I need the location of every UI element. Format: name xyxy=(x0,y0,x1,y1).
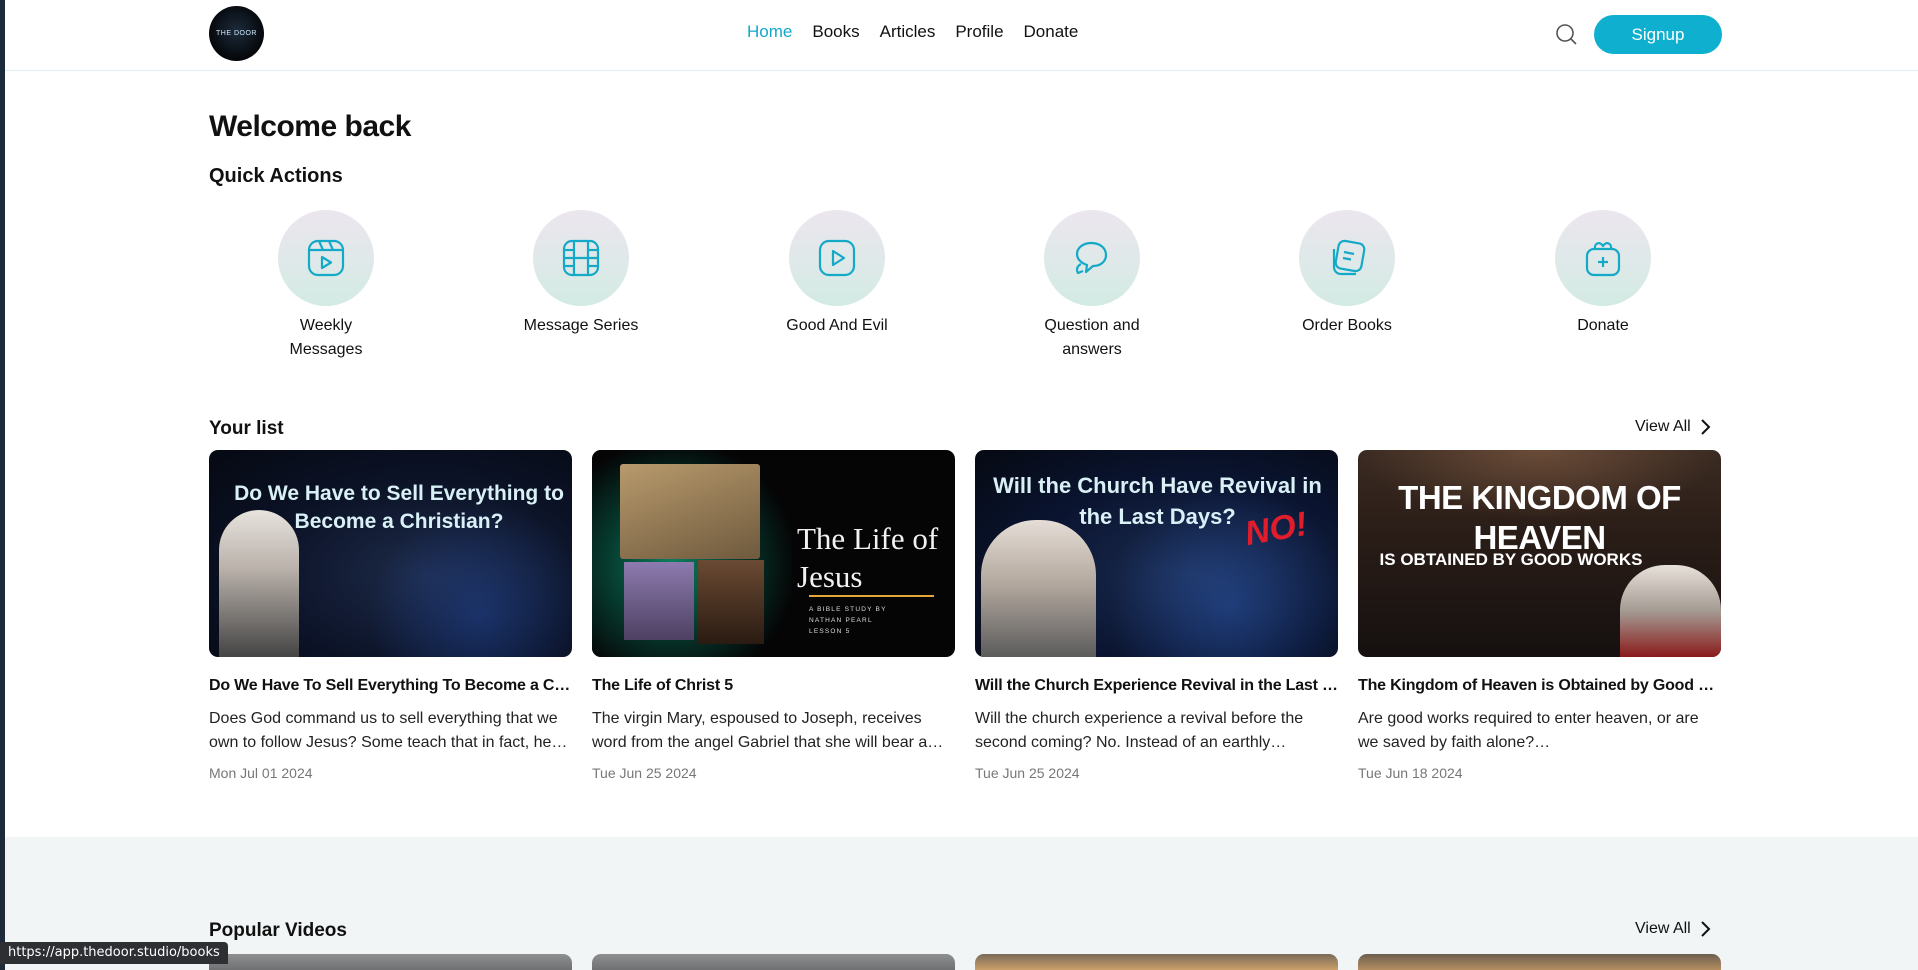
chat-bubbles-icon xyxy=(1075,241,1108,275)
card-date: Tue Jun 18 2024 xyxy=(1358,765,1463,781)
card-date: Mon Jul 01 2024 xyxy=(209,765,313,781)
popular-video-thumbnail[interactable] xyxy=(975,954,1338,970)
chevron-right-icon xyxy=(1701,419,1711,435)
your-list-heading: Your list xyxy=(209,418,284,439)
thumbnail-speaker xyxy=(1620,565,1721,657)
quick-action-circle xyxy=(533,210,629,306)
quick-action-question-and-answers[interactable]: Question and answers xyxy=(1022,210,1162,362)
quick-action-label: Message Series xyxy=(523,317,639,334)
popular-video-thumbnail[interactable] xyxy=(209,954,572,970)
thumbnail-caption: The Life of Jesus xyxy=(797,521,939,594)
window-left-edge xyxy=(0,0,5,970)
main-nav: Home Books Articles Profile Donate xyxy=(747,22,1078,42)
quick-action-message-series[interactable]: Message Series xyxy=(511,210,651,338)
thumbnail-subcaption: A BIBLE STUDY BY NATHAN PEARL LESSON 5 xyxy=(809,606,887,635)
popular-videos-heading: Popular Videos xyxy=(209,920,347,941)
thumbnail-painting-top xyxy=(620,464,760,559)
status-bar-url: https://app.thedoor.studio/books xyxy=(0,942,228,964)
video-thumbnail[interactable]: Will the Church Have Revival in the Last… xyxy=(975,450,1338,657)
list-item[interactable]: Will the Church Have Revival in the Last… xyxy=(975,450,1338,781)
quick-action-good-and-evil[interactable]: Good And Evil xyxy=(767,210,907,338)
popular-videos-view-all[interactable]: View All xyxy=(1635,920,1711,938)
quick-actions-row: Weekly Messages Message Series Good And … xyxy=(209,210,1721,360)
quick-action-label: Order Books xyxy=(1302,317,1392,334)
nav-home[interactable]: Home xyxy=(747,22,792,42)
quick-action-label: Weekly Messages xyxy=(289,317,363,358)
video-thumbnail[interactable]: THE KINGDOM OF HEAVEN IS OBTAINED BY GOO… xyxy=(1358,450,1721,657)
quick-actions-heading: Quick Actions xyxy=(209,165,343,187)
nav-donate[interactable]: Donate xyxy=(1024,22,1079,42)
view-all-label: View All xyxy=(1635,920,1691,937)
site-logo[interactable]: THE DOOR xyxy=(209,6,264,61)
card-date: Tue Jun 25 2024 xyxy=(592,765,697,781)
card-date: Tue Jun 25 2024 xyxy=(975,765,1080,781)
gift-bag-icon xyxy=(1585,242,1621,277)
signup-button[interactable]: Signup xyxy=(1594,15,1722,54)
list-item[interactable]: THE KINGDOM OF HEAVEN IS OBTAINED BY GOO… xyxy=(1358,450,1721,781)
quick-action-label: Good And Evil xyxy=(786,317,888,334)
video-thumbnail[interactable]: Do We Have to Sell Everything to Become … xyxy=(209,450,572,657)
nav-books[interactable]: Books xyxy=(812,22,859,42)
book-stack-icon xyxy=(1332,239,1366,276)
your-list-view-all[interactable]: View All xyxy=(1635,418,1711,436)
card-title[interactable]: Do We Have To Sell Everything To Become … xyxy=(209,677,572,695)
chevron-right-icon xyxy=(1701,921,1711,937)
quick-action-label: Question and answers xyxy=(1044,317,1140,358)
quick-action-circle xyxy=(278,210,374,306)
quick-action-circle xyxy=(1299,210,1395,306)
list-item[interactable]: Do We Have to Sell Everything to Become … xyxy=(209,450,572,781)
popular-video-thumbnail[interactable] xyxy=(1358,954,1721,970)
card-description: Will the church experience a revival bef… xyxy=(975,710,1304,751)
quick-action-circle xyxy=(1555,210,1651,306)
thumbnail-painting-left xyxy=(624,562,694,640)
play-square-icon xyxy=(818,239,856,277)
popular-videos-section xyxy=(5,837,1918,970)
thumbnail-caption: Do We Have to Sell Everything to Become … xyxy=(234,482,564,533)
card-title[interactable]: The Kingdom of Heaven is Obtained by Goo… xyxy=(1358,677,1721,695)
quick-action-weekly-messages[interactable]: Weekly Messages xyxy=(256,210,396,362)
top-navigation-bar: THE DOOR Home Books Articles Profile Don… xyxy=(5,0,1918,71)
card-title[interactable]: Will the Church Experience Revival in th… xyxy=(975,677,1338,695)
popular-video-thumbnail[interactable] xyxy=(592,954,955,970)
thumbnail-underline xyxy=(809,595,934,597)
video-thumbnail[interactable]: The Life of Jesus A BIBLE STUDY BY NATHA… xyxy=(592,450,955,657)
card-description: Does God command us to sell everything t… xyxy=(209,710,558,751)
card-title[interactable]: The Life of Christ 5 xyxy=(592,677,955,695)
card-description: The virgin Mary, espoused to Joseph, rec… xyxy=(592,710,928,751)
quick-action-circle xyxy=(789,210,885,306)
quick-action-label: Donate xyxy=(1577,317,1629,334)
list-item[interactable]: The Life of Jesus A BIBLE STUDY BY NATHA… xyxy=(592,450,955,781)
quick-action-order-books[interactable]: Order Books xyxy=(1277,210,1417,338)
page-title: Welcome back xyxy=(209,110,411,143)
video-reel-icon xyxy=(307,239,345,277)
search-icon[interactable] xyxy=(1554,22,1578,46)
thumbnail-painting-face xyxy=(698,560,764,644)
logo-text: THE DOOR xyxy=(216,30,257,37)
card-description: Are good works required to enter heaven,… xyxy=(1358,710,1699,751)
film-strip-icon xyxy=(562,239,600,277)
thumbnail-speaker xyxy=(981,520,1096,657)
thumbnail-subcaption: IS OBTAINED BY GOOD WORKS xyxy=(1379,550,1643,569)
nav-profile[interactable]: Profile xyxy=(955,22,1003,42)
nav-articles[interactable]: Articles xyxy=(880,22,936,42)
quick-action-circle xyxy=(1044,210,1140,306)
thumbnail-caption: THE KINGDOM OF HEAVEN xyxy=(1398,479,1681,556)
quick-action-donate[interactable]: Donate xyxy=(1533,210,1673,338)
view-all-label: View All xyxy=(1635,418,1691,435)
